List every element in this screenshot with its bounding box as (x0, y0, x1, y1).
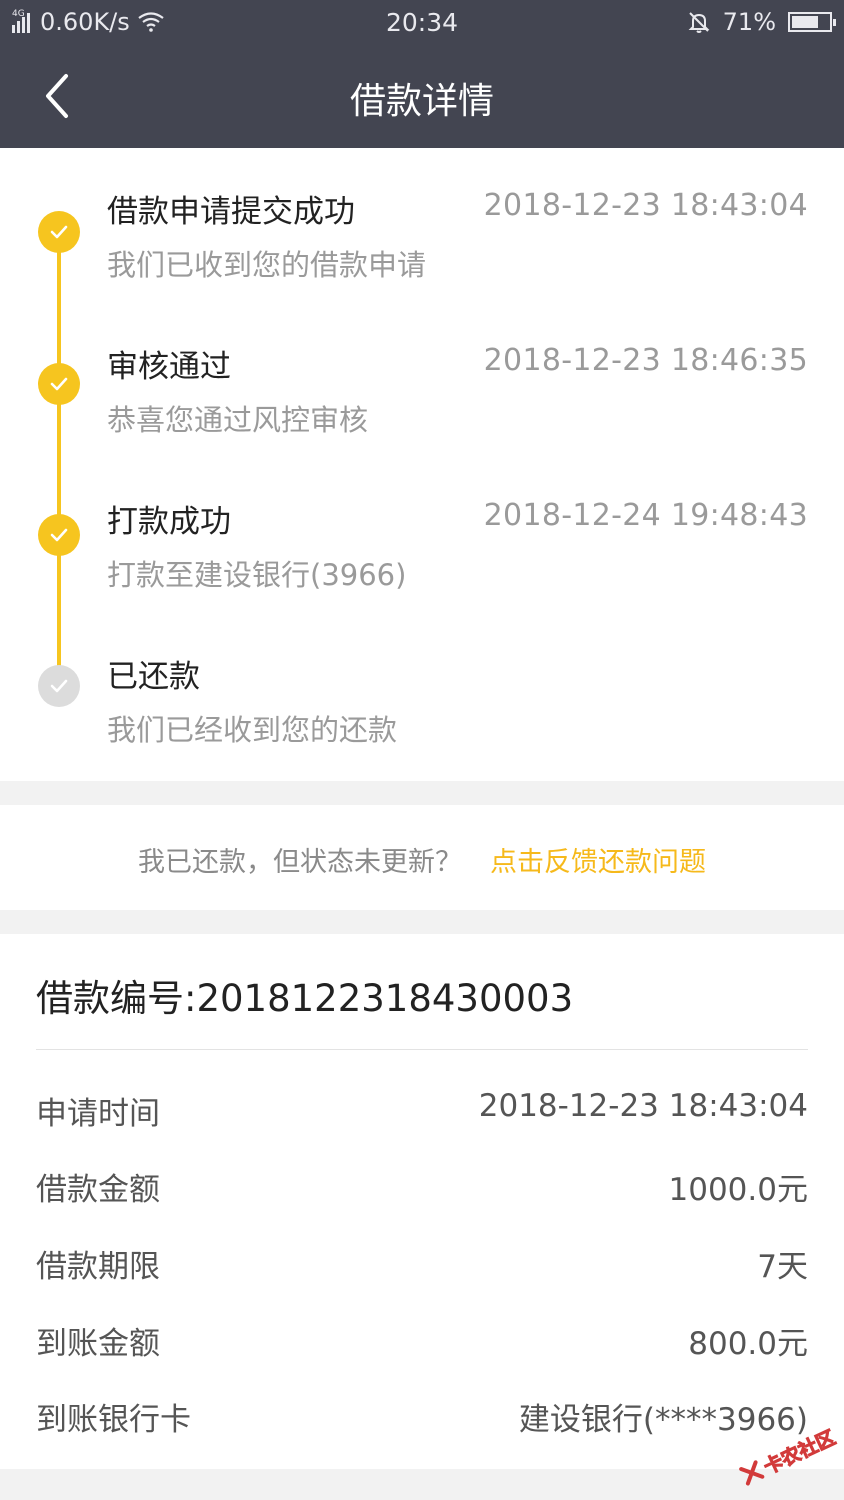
silent-bell-icon (688, 12, 710, 33)
step-time: 2018-12-23 18:46:35 (483, 343, 808, 378)
detail-value: 建设银行(****3966) (518, 1402, 808, 1438)
detail-value: 7天 (757, 1249, 808, 1285)
detail-label: 到账银行卡 (36, 1402, 191, 1438)
detail-label: 到账金额 (36, 1326, 160, 1362)
nav-bar: 借款详情 (0, 46, 844, 148)
detail-value: 800.0元 (688, 1326, 808, 1362)
check-icon (38, 363, 80, 405)
step-title: 已还款 (107, 659, 200, 695)
detail-row-bank-card: 到账银行卡 建设银行(****3966) (36, 1394, 808, 1444)
detail-row-received-amount: 到账金额 800.0元 (36, 1318, 808, 1368)
detail-label: 申请时间 (36, 1096, 160, 1132)
feedback-question: 我已还款，但状态未更新？ (138, 847, 462, 878)
loan-details: 借款编号:2018122318430003 申请时间 2018-12-23 18… (0, 934, 844, 1469)
timeline-step-approved: 审核通过 2018-12-23 18:46:35 恭喜您通过风控审核 (0, 341, 844, 461)
step-desc: 恭喜您通过风控审核 (107, 403, 369, 437)
check-icon (38, 665, 80, 707)
detail-label: 借款期限 (36, 1249, 160, 1285)
step-time: 2018-12-23 18:43:04 (483, 188, 808, 223)
divider (36, 1049, 808, 1050)
timeline-step-repaid: 已还款 我们已经收到您的还款 (0, 651, 844, 771)
status-bar: 4G 0.60K/s 20:34 71% (0, 0, 844, 46)
step-title: 打款成功 (107, 504, 231, 540)
step-desc: 打款至建设银行(3966) (107, 558, 407, 592)
detail-label: 借款金额 (36, 1172, 160, 1208)
step-desc: 我们已经收到您的还款 (107, 713, 398, 747)
detail-row-term: 借款期限 7天 (36, 1241, 808, 1291)
battery-icon (788, 12, 836, 32)
kanong-logo-icon (739, 1460, 765, 1486)
step-desc: 我们已收到您的借款申请 (107, 248, 427, 282)
step-title: 借款申请提交成功 (107, 194, 355, 230)
loan-timeline: 借款申请提交成功 2018-12-23 18:43:04 我们已收到您的借款申请… (0, 148, 844, 781)
timeline-step-submitted: 借款申请提交成功 2018-12-23 18:43:04 我们已收到您的借款申请 (0, 186, 844, 306)
top-bar: 4G 0.60K/s 20:34 71% 借款详情 (0, 0, 844, 148)
status-right: 71% (687, 8, 836, 36)
loan-number: 借款编号:2018122318430003 (36, 977, 574, 1020)
battery-percent: 71% (722, 8, 776, 36)
detail-value: 1000.0元 (668, 1172, 808, 1208)
page-title: 借款详情 (349, 81, 494, 122)
feedback-row: 我已还款，但状态未更新？ 点击反馈还款问题 (0, 805, 844, 910)
detail-value: 2018-12-23 18:43:04 (478, 1088, 808, 1124)
timeline-step-disbursed: 打款成功 2018-12-24 19:48:43 打款至建设银行(3966) (0, 496, 844, 616)
detail-row-apply-time: 申请时间 2018-12-23 18:43:04 (36, 1088, 808, 1138)
check-icon (38, 514, 80, 556)
feedback-link[interactable]: 点击反馈还款问题 (490, 847, 706, 878)
detail-row-amount: 借款金额 1000.0元 (36, 1164, 808, 1214)
step-time: 2018-12-24 19:48:43 (483, 498, 808, 533)
check-icon (38, 211, 80, 253)
step-title: 审核通过 (107, 349, 231, 385)
